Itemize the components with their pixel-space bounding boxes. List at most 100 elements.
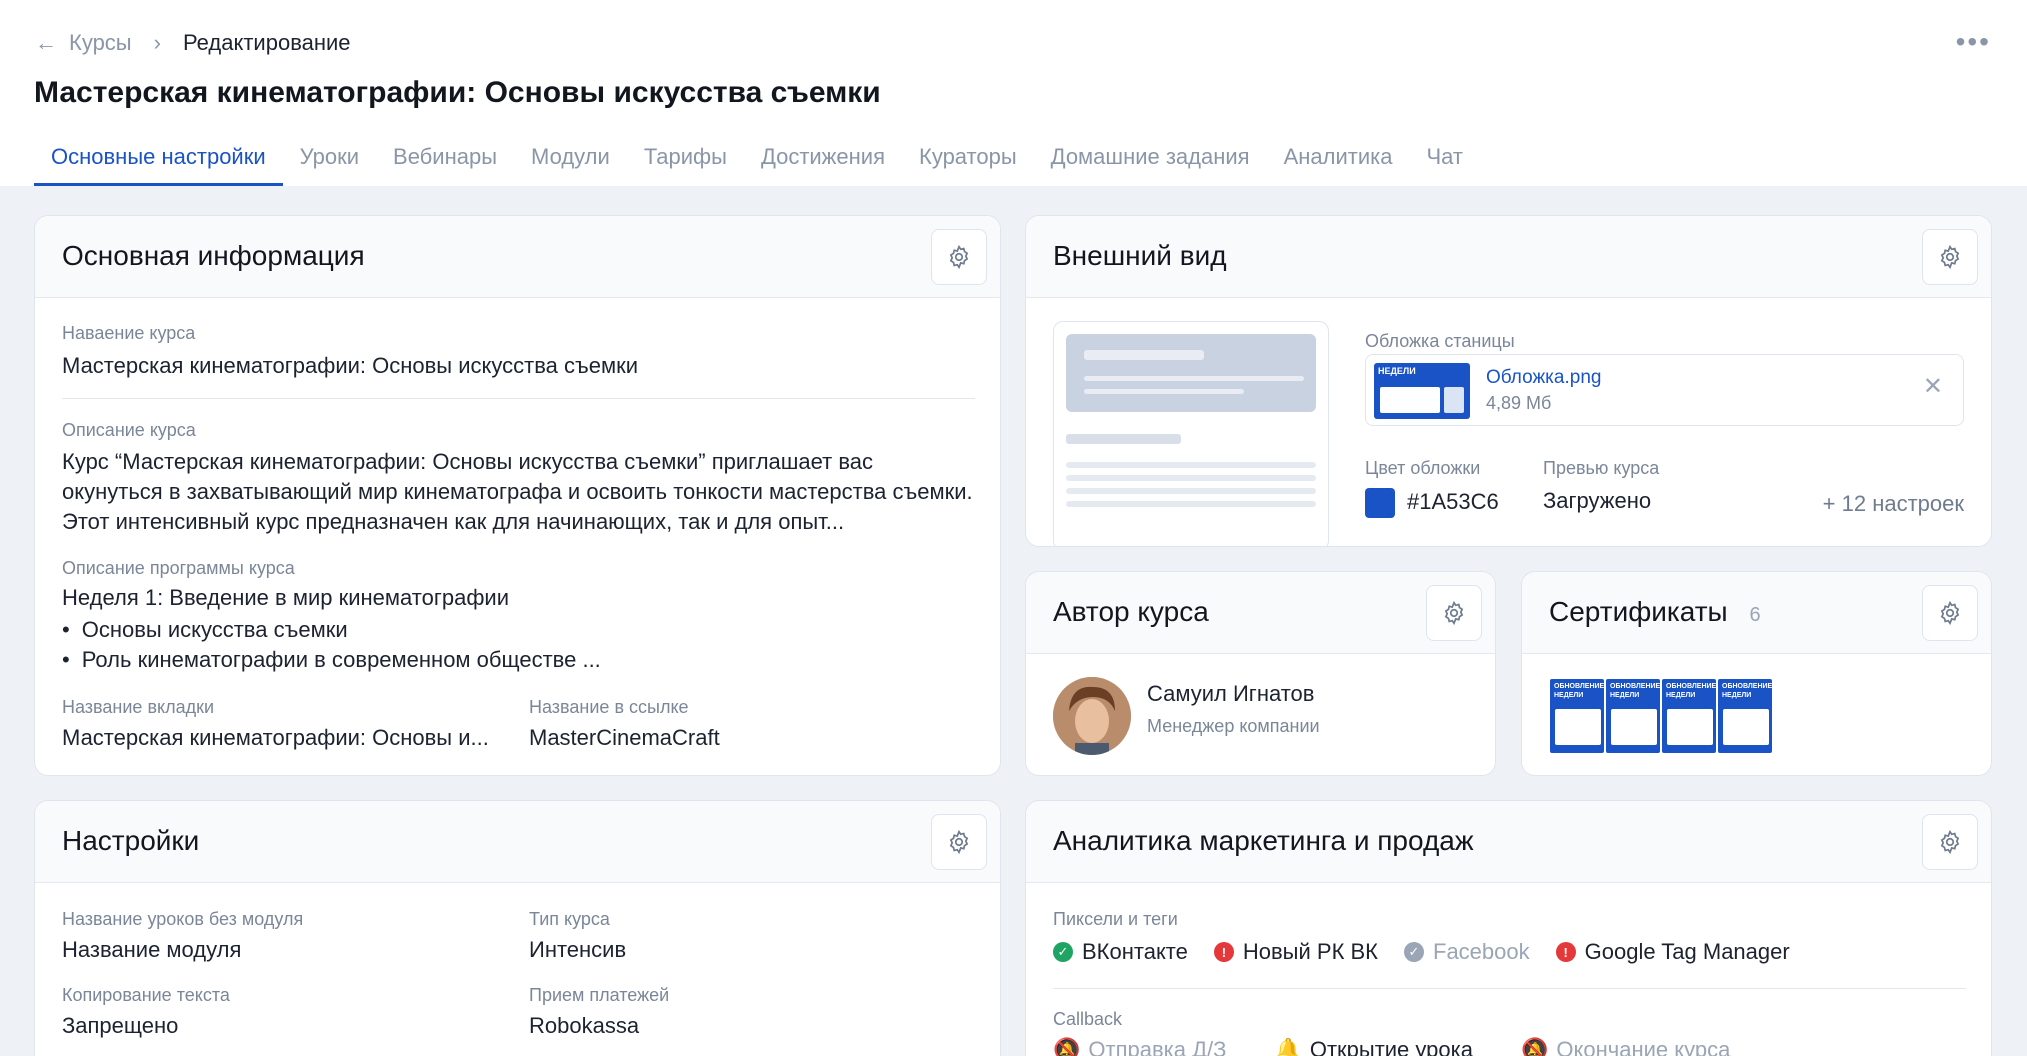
certificates-card: Сертификаты 6 ОБНОВЛЕНИЕ НЕДЕЛИ ОБНОВЛЕН… [1521,571,1992,776]
tab-tariffs[interactable]: Тарифы [627,140,744,186]
settings-button[interactable] [1922,585,1978,641]
link-name-value[interactable]: MasterCinemaCraft [529,725,720,751]
preview-line [1084,350,1204,360]
card-title: Аналитика маркетинга и продаж [1053,825,1474,856]
tab-achievements[interactable]: Достижения [744,140,902,186]
tab-name-label: Название вкладки [62,697,215,717]
certificate-thumbnail[interactable]: ОБНОВЛЕНИЕ НЕДЕЛИ [1661,678,1717,754]
gear-icon [1940,600,1960,626]
thumb-card [1444,387,1464,413]
copy-text-label: Копирование текста [62,985,230,1005]
preview-line [1066,501,1316,507]
course-name-value[interactable]: Мастерская кинематографии: Основы искусс… [62,353,638,379]
callback-name: Отправка Д/З [1088,1037,1227,1056]
preview-line [1084,389,1244,394]
gear-icon [949,244,969,270]
pixel-name: Новый РК ВК [1242,939,1378,964]
certs-count: 6 [1749,604,1761,626]
course-desc-label: Описание курса [62,420,196,440]
breadcrumb: ← Курсы › Редактирование [35,30,351,56]
course-desc-value[interactable]: Курс “Мастерская кинематографии: Основы … [62,447,977,537]
file-name[interactable]: Обложка.png [1486,367,1601,389]
lessons-name-value: Название модуля [62,937,242,962]
gear-icon [949,829,969,855]
callback-name: Окончание курса [1556,1037,1731,1056]
divider [1053,988,1966,989]
preview-line [1084,376,1304,381]
callback-list: 🔕 Отправка Д/З 🔔 Открытие урока 🔕 Оконча… [1053,1037,1756,1056]
thumb-text: ОБНОВЛЕНИЕ НЕДЕЛИ [1610,683,1661,699]
cover-file[interactable]: НЕДЕЛИ Обложка.png 4,89 Мб ✕ [1365,354,1964,426]
color-swatch[interactable] [1365,488,1395,518]
program-week-title[interactable]: Неделя 1: Введение в мир кинематографии [62,585,509,611]
card-header: Автор курса [1026,572,1495,654]
thumb-card [1555,709,1601,745]
gear-icon [1940,829,1960,855]
certificate-thumbnail[interactable]: ОБНОВЛЕНИЕ НЕДЕЛИ [1549,678,1605,754]
thumb-card [1667,709,1713,745]
settings-button[interactable] [1922,814,1978,870]
page-header: ← Курсы › Редактирование ••• Мастерская … [0,0,2027,186]
callback-homework[interactable]: 🔕 Отправка Д/З [1053,1037,1226,1056]
page-preview [1053,321,1329,546]
page-title: Мастерская кинематографии: Основы искусс… [34,76,881,109]
alert-icon: ! [1555,942,1576,962]
copy-text-value: Запрещено [62,1013,179,1038]
preview-banner [1066,334,1316,412]
pixel-new-rk-vk[interactable]: ! Новый РК ВК [1213,939,1378,965]
alert-icon: ! [1213,942,1234,962]
settings-button[interactable] [1922,229,1978,285]
card-header: Аналитика маркетинга и продаж [1026,801,1991,883]
settings-card: Настройки Название уроков без модуля Наз… [34,800,1001,1056]
certificate-thumbnail[interactable]: ОБНОВЛЕНИЕ НЕДЕЛИ [1717,678,1773,754]
lessons-name-label: Название уроков без модуля [62,909,304,929]
breadcrumb-courses-link[interactable]: Курсы [69,30,132,56]
tab-modules[interactable]: Модули [514,140,627,186]
thumb-text: ОБНОВЛЕНИЕ НЕДЕЛИ [1554,683,1605,699]
cover-color-value: #1A53C6 [1407,489,1499,514]
gear-icon [1444,600,1464,626]
thumb-text: ОБНОВЛЕНИЕ НЕДЕЛИ [1722,683,1773,699]
course-preview-value: Загружено [1543,488,1652,513]
callback-course-end[interactable]: 🔕 Окончание курса [1521,1037,1730,1056]
basic-info-card: Основная информация Наваение курса Масте… [34,215,1001,776]
settings-button[interactable] [931,814,987,870]
pixels-label: Пиксели и теги [1053,909,1178,929]
author-name: Самуил Игнатов [1147,681,1315,706]
certificate-thumbnail[interactable]: ОБНОВЛЕНИЕ НЕДЕЛИ [1605,678,1661,754]
tab-lessons[interactable]: Уроки [283,140,376,186]
tab-chat[interactable]: Чат [1410,140,1481,186]
thumb-card [1611,709,1657,745]
tab-basic-settings[interactable]: Основные настройки [34,140,283,186]
callback-lesson-open[interactable]: 🔔 Открытие урока [1274,1037,1473,1056]
settings-button[interactable] [931,229,987,285]
thumb-text: ОБНОВЛЕНИЕ НЕДЕЛИ [1666,683,1717,699]
tab-name-value[interactable]: Мастерская кинематографии: Основы и... [62,725,489,751]
gear-icon [1940,244,1960,270]
author-card: Автор курса Самуил Игнатов Менеджер комп… [1025,571,1496,776]
tab-webinars[interactable]: Вебинары [376,140,514,186]
tab-analytics[interactable]: Аналитика [1267,140,1410,186]
card-header: Основная информация [35,216,1000,298]
card-header: Настройки [35,801,1000,883]
pixel-name: ВКонтакте [1082,939,1188,964]
tab-curators[interactable]: Кураторы [902,140,1034,186]
arrow-left-icon[interactable]: ← [35,30,57,56]
preview-line [1066,462,1316,468]
card-title: Настройки [62,825,200,856]
pixel-gtm[interactable]: ! Google Tag Manager [1555,939,1790,965]
certs-title: Сертификаты [1549,596,1728,627]
close-icon[interactable]: ✕ [1923,375,1943,399]
pixel-vk[interactable]: ✓ ВКонтакте [1053,939,1188,965]
settings-button[interactable] [1426,585,1482,641]
tab-bar: Основные настройки Уроки Вебинары Модули… [34,140,1480,186]
tab-homework[interactable]: Домашние задания [1034,140,1267,186]
more-settings-link[interactable]: + 12 настроек [1823,491,1964,517]
course-type-label: Тип курса [529,909,610,929]
pixel-facebook[interactable]: ✓ Facebook [1404,939,1530,965]
preview-line [1066,475,1316,481]
bell-off-icon: 🔕 [1520,1037,1549,1056]
card-title: Основная информация [62,240,365,271]
more-icon[interactable]: ••• [1956,28,1991,56]
preview-line [1066,434,1181,444]
